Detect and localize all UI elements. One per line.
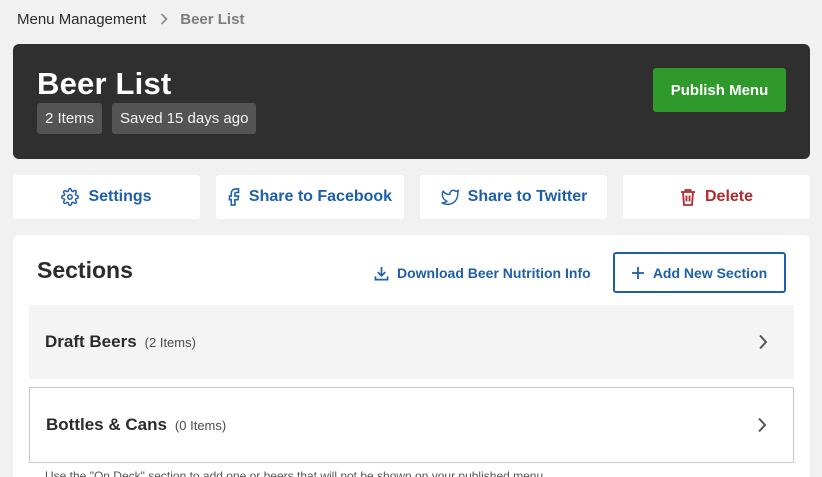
on-deck-footnote: Use the "On Deck" section to add one or … [45, 469, 547, 477]
sections-title: Sections [37, 257, 133, 283]
section-item-count: (2 Items) [144, 334, 196, 350]
section-row-draft-beers[interactable]: Draft Beers (2 Items) [29, 305, 794, 379]
download-nutrition-link[interactable]: Download Beer Nutrition Info [374, 263, 591, 283]
download-nutrition-label: Download Beer Nutrition Info [397, 265, 591, 281]
share-twitter-label: Share to Twitter [467, 188, 588, 205]
download-icon [374, 266, 389, 281]
breadcrumb: Menu Management Beer List [17, 9, 244, 29]
delete-button[interactable]: Delete [623, 175, 810, 219]
trash-icon [680, 188, 696, 206]
plus-icon [631, 266, 644, 279]
saved-status-badge: Saved 15 days ago [112, 103, 257, 134]
chevron-right-icon [758, 334, 768, 350]
chevron-right-icon [160, 13, 168, 25]
delete-label: Delete [704, 188, 754, 205]
add-new-section-button[interactable]: Add New Section [613, 252, 786, 293]
section-name: Draft Beers [45, 332, 137, 351]
share-facebook-button[interactable]: Share to Facebook [216, 175, 404, 219]
section-row-bottles-cans[interactable]: Bottles & Cans (0 Items) [29, 387, 794, 463]
twitter-icon [440, 189, 459, 205]
page-title: Beer List [37, 66, 172, 101]
items-count-badge: 2 Items [37, 103, 103, 134]
breadcrumb-current: Beer List [180, 10, 245, 28]
publish-menu-button[interactable]: Publish Menu [653, 68, 786, 112]
facebook-icon [228, 188, 240, 206]
chevron-right-icon [757, 417, 767, 433]
sections-panel: Sections Download Beer Nutrition Info Ad… [13, 235, 810, 477]
add-new-section-label: Add New Section [652, 264, 768, 281]
settings-label: Settings [88, 188, 152, 205]
menu-header: Beer List 2 Items Saved 15 days ago Publ… [13, 44, 810, 159]
share-facebook-label: Share to Facebook [248, 188, 393, 205]
settings-button[interactable]: Settings [13, 175, 200, 219]
gear-icon [61, 188, 80, 206]
breadcrumb-menu-management[interactable]: Menu Management [17, 11, 146, 28]
section-name: Bottles & Cans [46, 415, 167, 434]
share-twitter-button[interactable]: Share to Twitter [420, 175, 607, 219]
section-item-count: (0 Items) [174, 417, 227, 433]
